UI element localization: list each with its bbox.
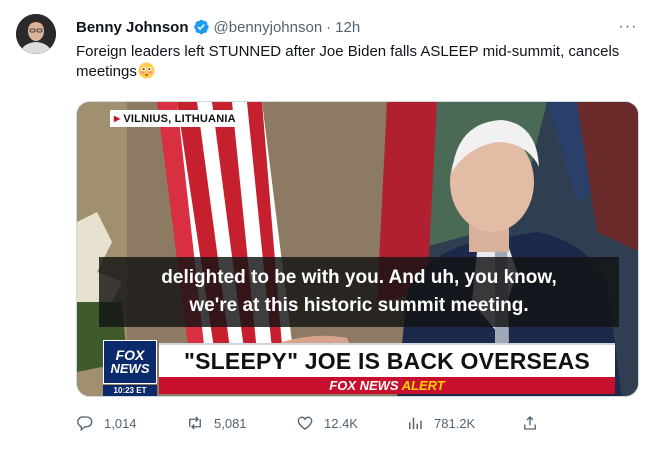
tweet-timestamp[interactable]: 12h [335, 19, 360, 36]
video-media[interactable]: ▶ VILNIUS, LITHUANIA delighted to be wit… [76, 101, 639, 397]
tweet-actions: 1,014 5,081 12.4K 781.2K [76, 412, 641, 434]
logo-line-2: NEWS [110, 361, 150, 376]
tweet-body: Foreign leaders left STUNNED after Joe B… [76, 43, 620, 80]
separator-dot: · [326, 18, 332, 36]
like-button[interactable]: 12.4K [296, 412, 358, 434]
avatar[interactable] [16, 14, 56, 54]
more-icon: ··· [618, 18, 638, 35]
share-icon [524, 416, 536, 430]
alert-brand: FOX NEWS [329, 378, 399, 393]
like-count: 12.4K [324, 415, 358, 431]
views-icon [409, 417, 422, 429]
news-banner: "SLEEPY" JOE IS BACK OVERSEAS [159, 343, 615, 378]
reply-count: 1,014 [104, 415, 137, 431]
views-count: 781.2K [434, 415, 476, 431]
location-text: VILNIUS, LITHUANIA [123, 112, 236, 125]
caption-line-2: we're at this historic summit meeting. [189, 295, 529, 316]
logo-line-1: FOX [115, 347, 145, 363]
share-button[interactable] [521, 412, 549, 434]
reply-button[interactable]: 1,014 [76, 412, 137, 434]
alert-word: ALERT [401, 378, 445, 393]
tweet-header: Benny Johnson @bennyjohnson · 12h [76, 17, 360, 37]
views-button[interactable]: 781.2K [406, 412, 475, 434]
retweet-icon [189, 416, 201, 430]
author-name[interactable]: Benny Johnson [76, 19, 189, 36]
reply-icon [77, 416, 93, 432]
tweet: Benny Johnson @bennyjohnson · 12h ··· Fo… [0, 0, 657, 461]
news-alert-bar: FOX NEWS ALERT [159, 377, 615, 394]
verified-badge-icon [193, 19, 209, 35]
caption-line-1: delighted to be with you. And uh, you kn… [161, 267, 557, 288]
retweet-button[interactable]: 5,081 [186, 412, 247, 434]
flushed-face-emoji [138, 62, 155, 79]
fox-news-logo: FOX NEWS [103, 340, 157, 384]
author-handle[interactable]: @bennyjohnson [214, 19, 323, 36]
location-tag: ▶ VILNIUS, LITHUANIA [110, 110, 242, 127]
retweet-count: 5,081 [214, 415, 247, 431]
more-options-button[interactable]: ··· [617, 18, 639, 36]
broadcast-time: 10:23 ET [103, 385, 157, 396]
video-captions: delighted to be with you. And uh, you kn… [99, 257, 619, 327]
play-marker-icon: ▶ [114, 114, 121, 123]
heart-icon [297, 416, 313, 430]
tweet-text: Foreign leaders left STUNNED after Joe B… [76, 42, 636, 82]
